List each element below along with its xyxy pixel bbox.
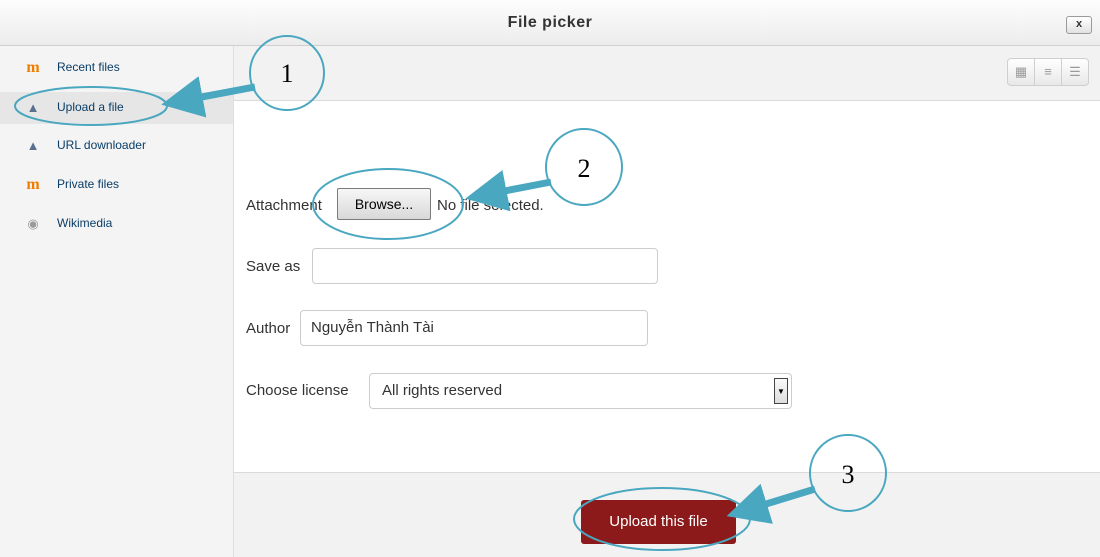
sidebar-item-upload-a-file[interactable]: ▲ Upload a file [0, 92, 233, 124]
repository-sidebar: m Recent files ▲ Upload a file ▲ URL dow… [0, 46, 234, 557]
sidebar-item-label: Private files [57, 177, 120, 191]
sidebar-item-url-downloader[interactable]: ▲ URL downloader [0, 130, 233, 162]
author-label: Author [246, 320, 291, 337]
wikimedia-icon: ◉ [27, 216, 39, 231]
list-view-icon[interactable]: ≡ [1034, 59, 1061, 85]
icons-view-icon[interactable]: ▦ [1008, 59, 1034, 85]
sidebar-item-label: Recent files [57, 60, 120, 74]
browse-button[interactable]: Browse... [337, 188, 431, 220]
moodle-icon: m [26, 176, 40, 193]
license-label: Choose license [246, 382, 349, 399]
sidebar-item-label: URL downloader [57, 138, 146, 152]
step-2-circle [545, 128, 623, 206]
sidebar-item-wikimedia[interactable]: ◉ Wikimedia [0, 208, 233, 240]
sidebar-item-private-files[interactable]: m Private files [0, 169, 233, 201]
save-as-label: Save as [246, 258, 301, 275]
license-select[interactable]: All rights reserved ▼ [369, 373, 792, 409]
close-button[interactable]: x [1066, 16, 1092, 34]
sidebar-item-label: Wikimedia [57, 216, 113, 230]
upload-this-file-button[interactable]: Upload this file [581, 500, 736, 544]
upload-icon: ▲ [26, 138, 40, 153]
sidebar-item-recent-files[interactable]: m Recent files [0, 52, 233, 84]
moodle-icon: m [26, 59, 40, 76]
sidebar-item-label: Upload a file [57, 100, 124, 114]
dialog-title: File picker [507, 14, 593, 31]
chevron-down-icon[interactable]: ▼ [774, 378, 788, 404]
step-2-arrow [465, 170, 552, 212]
author-input[interactable]: Nguyễn Thành Tài [300, 310, 648, 346]
license-selected-value: All rights reserved [382, 382, 503, 399]
attachment-label: Attachment [246, 197, 322, 214]
save-as-input[interactable] [312, 248, 658, 284]
file-picker-toolbar: ▦ ≡ ☰ [234, 46, 1100, 101]
view-switcher: ▦ ≡ ☰ [1007, 58, 1089, 86]
no-file-selected-text: No file selected. [437, 197, 544, 214]
upload-icon: ▲ [26, 100, 40, 115]
step-2-label: 2 [578, 154, 591, 183]
dialog-titlebar: File picker x [0, 0, 1100, 46]
tree-view-icon[interactable]: ☰ [1061, 59, 1088, 85]
